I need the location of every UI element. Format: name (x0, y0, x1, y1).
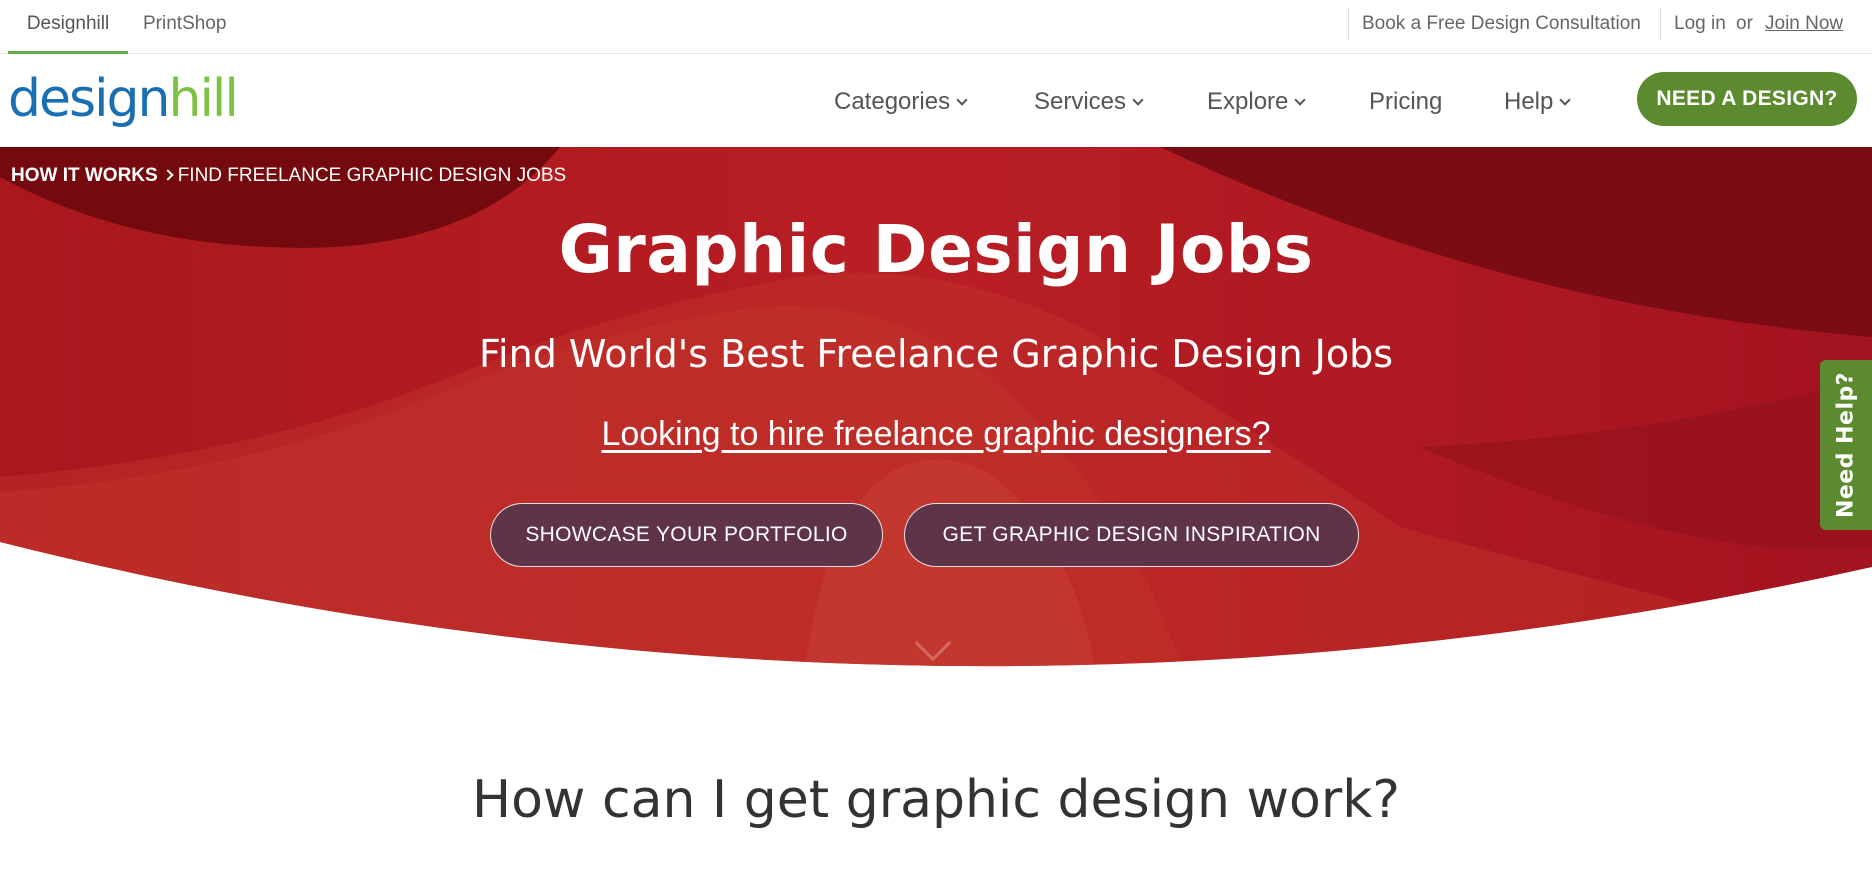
main-navigation: designhill Categories Services Explore P… (0, 55, 1872, 147)
chevron-down-icon (1294, 94, 1307, 106)
breadcrumb-how-it-works[interactable]: HOW IT WORKS (11, 165, 158, 186)
logo-text-hill: hill (168, 69, 239, 129)
chevron-right-icon (162, 169, 174, 181)
hero-banner: HOW IT WORKS FIND FREELANCE GRAPHIC DESIG… (0, 147, 1872, 692)
nav-explore-label: Explore (1207, 88, 1289, 115)
nav-pricing-label: Pricing (1369, 88, 1443, 115)
design-inspiration-button[interactable]: GET GRAPHIC DESIGN INSPIRATION (904, 503, 1359, 567)
logo-text-design: design (8, 69, 171, 129)
breadcrumb: HOW IT WORKS FIND FREELANCE GRAPHIC DESIG… (11, 165, 566, 187)
nav-pricing[interactable]: Pricing (1369, 85, 1442, 119)
tab-designhill[interactable]: Designhill (8, 0, 128, 54)
nav-categories[interactable]: Categories (834, 85, 968, 119)
book-consultation-link[interactable]: Book a Free Design Consultation (1348, 8, 1641, 40)
breadcrumb-current: FIND FREELANCE GRAPHIC DESIGN JOBS (177, 165, 567, 186)
nav-help-label: Help (1504, 88, 1554, 115)
chevron-down-icon (1559, 94, 1572, 106)
nav-explore[interactable]: Explore (1207, 85, 1307, 119)
or-text: or (1736, 13, 1753, 34)
section-heading: How can I get graphic design work? (472, 770, 1400, 830)
join-now-link[interactable]: Join Now (1765, 0, 1843, 48)
chevron-down-icon (1132, 94, 1144, 106)
nav-services[interactable]: Services (1034, 85, 1144, 119)
need-a-design-button[interactable]: NEED A DESIGN? (1637, 72, 1857, 126)
tab-printshop[interactable]: PrintShop (128, 0, 241, 54)
showcase-portfolio-button[interactable]: SHOWCASE YOUR PORTFOLIO (490, 503, 883, 567)
nav-help[interactable]: Help (1504, 85, 1572, 119)
hire-designers-link[interactable]: Looking to hire freelance graphic design… (0, 415, 1872, 454)
page-title: Graphic Design Jobs (558, 211, 1314, 288)
top-utility-bar: Designhill PrintShop Book a Free Design … (0, 0, 1872, 54)
login-link[interactable]: Log in (1660, 8, 1726, 40)
nav-services-label: Services (1034, 88, 1127, 115)
need-help-tab[interactable]: Need Help? (1820, 360, 1872, 530)
chevron-down-icon (956, 94, 968, 106)
designhill-logo[interactable]: designhill (8, 73, 239, 129)
nav-categories-label: Categories (834, 88, 951, 115)
need-help-label: Need Help? (1833, 371, 1859, 519)
hero-subtitle: Find World's Best Freelance Graphic Desi… (478, 332, 1394, 376)
